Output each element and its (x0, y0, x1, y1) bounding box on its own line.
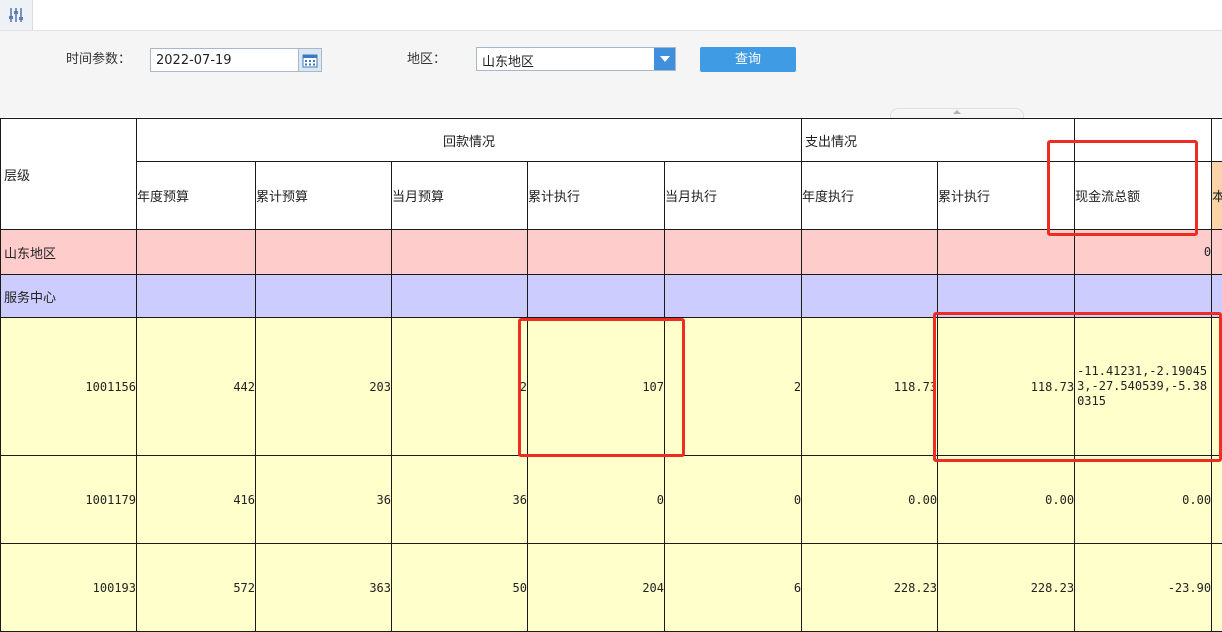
table-row: 100193 572 363 50 204 6 228.23 228.23 -2… (1, 544, 1222, 632)
row-label: 山东地区 (1, 230, 137, 275)
time-param-label: 时间参数： (66, 51, 131, 69)
expense-group-header: 支出情况 (802, 119, 1075, 162)
region-label: 地区： (407, 51, 446, 69)
report-table: 层级 回款情况 支出情况 年度预算 累计预算 当月预算 累计执行 当月执行 年度… (0, 118, 1222, 632)
region-select[interactable]: 山东地区 (476, 47, 676, 71)
col-annual-budget: 年度预算 (137, 162, 256, 230)
month-budget-cell: 2 (392, 318, 528, 456)
settings-sliders-icon[interactable] (0, 0, 33, 30)
extra-group-header (1212, 119, 1222, 162)
chevron-down-icon[interactable] (654, 48, 675, 70)
month-budget-cell: 36 (392, 456, 528, 544)
cumulative-exec-cell: 204 (528, 544, 665, 632)
cumulative-budget-cell: 36 (256, 456, 392, 544)
month-budget-cell: 50 (392, 544, 528, 632)
month-exec-cell: 2 (665, 318, 802, 456)
col-exp-cumulative-exec: 累计执行 (938, 162, 1075, 230)
annual-budget-cell: 572 (137, 544, 256, 632)
cumulative-budget-cell: 203 (256, 318, 392, 456)
col-exp-annual-exec: 年度执行 (802, 162, 938, 230)
col-partial: 本 (1212, 162, 1222, 230)
filter-panel: 时间参数： 地区： 山东地区 查询 (0, 31, 1222, 117)
cashflow-cell: 0 (1075, 230, 1212, 275)
exp-annual-exec-cell: 228.23 (802, 544, 938, 632)
col-cashflow-total: 现金流总额 (1075, 162, 1212, 230)
region-select-value: 山东地区 (482, 51, 534, 70)
month-exec-cell: 0 (665, 456, 802, 544)
table-row-region: 山东地区 0 (1, 230, 1222, 275)
row-id: 1001156 (1, 318, 137, 456)
table-row: 1001179 416 36 36 0 0 0.00 0.00 0.00 (1, 456, 1222, 544)
exp-annual-exec-cell: 118.73 (802, 318, 938, 456)
date-input[interactable] (151, 49, 296, 71)
exp-cumulative-exec-cell: 228.23 (938, 544, 1075, 632)
level-header: 层级 (1, 119, 137, 230)
cashflow-cell: -11.41231,-2.190453,-27.540539,-5.380315 (1075, 318, 1212, 456)
row-label: 服务中心 (1, 275, 137, 318)
date-picker[interactable] (150, 48, 322, 72)
query-button[interactable]: 查询 (700, 47, 796, 72)
top-toolbar (0, 0, 1222, 31)
month-exec-cell: 6 (665, 544, 802, 632)
col-month-budget: 当月预算 (392, 162, 528, 230)
cashflow-cell: 0.00 (1075, 456, 1212, 544)
exp-cumulative-exec-cell: 0.00 (938, 456, 1075, 544)
cumulative-exec-cell: 0 (528, 456, 665, 544)
row-id: 1001179 (1, 456, 137, 544)
cumulative-budget-cell: 363 (256, 544, 392, 632)
table-row: 1001156 442 203 2 107 2 118.73 118.73 -1… (1, 318, 1222, 456)
cashflow-cell: -23.90 (1075, 544, 1212, 632)
col-cumulative-budget: 累计预算 (256, 162, 392, 230)
annual-budget-cell: 416 (137, 456, 256, 544)
row-id: 100193 (1, 544, 137, 632)
table-row-center: 服务中心 (1, 275, 1222, 318)
cashflow-group-header (1075, 119, 1212, 162)
cumulative-exec-cell: 107 (528, 318, 665, 456)
col-month-exec: 当月执行 (665, 162, 802, 230)
col-cumulative-exec: 累计执行 (528, 162, 665, 230)
exp-annual-exec-cell: 0.00 (802, 456, 938, 544)
exp-cumulative-exec-cell: 118.73 (938, 318, 1075, 456)
calendar-icon[interactable] (298, 49, 321, 71)
receipts-group-header: 回款情况 (137, 119, 802, 162)
annual-budget-cell: 442 (137, 318, 256, 456)
collapse-arrow-icon (953, 110, 961, 114)
